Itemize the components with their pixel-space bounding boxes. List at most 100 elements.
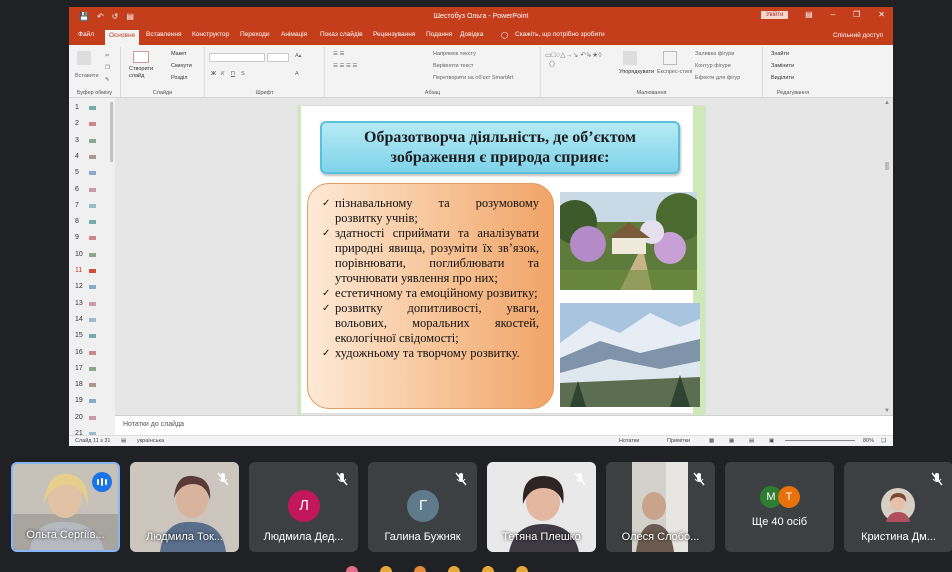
slide-thumbnail-number[interactable]: 12 bbox=[75, 283, 83, 290]
tell-me-box[interactable]: Скажіть, що потрібно зробити bbox=[515, 31, 605, 45]
close-icon[interactable]: ✕ bbox=[878, 10, 885, 19]
laugh-reaction-icon[interactable] bbox=[482, 566, 494, 572]
shape-outline-button[interactable]: Контур фігури bbox=[695, 63, 731, 69]
slide-thumbnail-number[interactable]: 14 bbox=[75, 316, 83, 323]
slide-thumbnail-number[interactable]: 19 bbox=[75, 397, 83, 404]
slide-thumbnail[interactable] bbox=[89, 350, 96, 355]
bullets-icon[interactable]: ☰ ☰ bbox=[333, 51, 344, 57]
section-button[interactable]: Розділ bbox=[171, 75, 187, 81]
tab-file[interactable]: Файл bbox=[78, 31, 94, 45]
smartart-button[interactable]: Перетворити на об'єкт SmartArt bbox=[433, 75, 514, 81]
slide-thumbnail-number[interactable]: 9 bbox=[75, 234, 79, 241]
bold-button[interactable]: Ж bbox=[211, 71, 216, 77]
fit-slide-icon[interactable]: ❏ bbox=[881, 438, 886, 444]
tab-help[interactable]: Довідка bbox=[460, 31, 483, 45]
heart-reaction-icon[interactable] bbox=[346, 566, 358, 572]
slide-thumbnail-number[interactable]: 4 bbox=[75, 153, 79, 160]
slide-thumbnail[interactable] bbox=[89, 122, 96, 127]
comments-button[interactable]: Примітки bbox=[667, 438, 690, 444]
slide-thumbnail-number[interactable]: 8 bbox=[75, 218, 79, 225]
slide-thumbnail[interactable] bbox=[89, 187, 96, 192]
normal-view-icon[interactable]: ▩ bbox=[709, 438, 714, 444]
participant-tile[interactable]: Олеся Слобо... bbox=[606, 462, 715, 552]
participant-tile[interactable]: Л Людмила Дед... bbox=[249, 462, 358, 552]
tab-design[interactable]: Конструктор bbox=[192, 31, 229, 45]
zoom-level[interactable]: 80% bbox=[863, 438, 874, 444]
share-button[interactable]: Спільний доступ bbox=[833, 32, 883, 39]
clap-reaction-icon[interactable] bbox=[448, 566, 460, 572]
signin-button[interactable]: Увійти bbox=[761, 11, 789, 19]
slide-thumbnail[interactable] bbox=[89, 383, 96, 388]
slide-thumbnail-number[interactable]: 15 bbox=[75, 332, 83, 339]
tab-view[interactable]: Подання bbox=[426, 31, 452, 45]
reset-button[interactable]: Скинути bbox=[171, 63, 192, 69]
slide-thumbnail-number[interactable]: 5 bbox=[75, 169, 79, 176]
slide-thumbnail-number[interactable]: 1 bbox=[75, 104, 79, 111]
shape-fill-button[interactable]: Заливка фігури bbox=[695, 51, 734, 57]
font-grow-icon[interactable]: A▴ bbox=[295, 53, 301, 59]
format-painter-icon[interactable]: ✎ bbox=[105, 77, 110, 83]
tab-animation[interactable]: Анімація bbox=[281, 31, 307, 45]
slide-thumbnail[interactable] bbox=[89, 317, 96, 322]
participant-tile[interactable]: Кристина Дм... bbox=[844, 462, 952, 552]
align-icons[interactable]: ☰ ☰ ☰ ☰ bbox=[333, 63, 357, 69]
italic-button[interactable]: К bbox=[221, 71, 224, 77]
celebrate-reaction-icon[interactable] bbox=[414, 566, 426, 572]
more-participants-tile[interactable]: М Т Ще 40 осіб bbox=[725, 462, 834, 552]
arrange-button[interactable]: Упорядкувати bbox=[619, 69, 654, 75]
slide-thumbnail-number[interactable]: 2 bbox=[75, 120, 79, 127]
participant-tile[interactable]: Ольга Сергіїв... bbox=[11, 462, 120, 552]
slideshow-view-icon[interactable]: ▣ bbox=[769, 438, 774, 444]
find-button[interactable]: Знайти bbox=[771, 51, 789, 57]
scroll-up-icon[interactable]: ▲ bbox=[884, 100, 890, 106]
new-slide-button[interactable]: Створити слайд bbox=[129, 66, 159, 80]
slide-thumbnail-number[interactable]: 3 bbox=[75, 137, 79, 144]
slide-thumbnail[interactable] bbox=[89, 220, 96, 225]
replace-button[interactable]: Замінити bbox=[771, 63, 794, 69]
slide-thumbnail-number[interactable]: 7 bbox=[75, 202, 79, 209]
align-text-button[interactable]: Вирівняти текст bbox=[433, 63, 473, 69]
select-button[interactable]: Виділити bbox=[771, 75, 794, 81]
thumbnails-scroll-thumb[interactable] bbox=[110, 102, 113, 162]
tab-insert[interactable]: Вставлення bbox=[146, 31, 182, 45]
strikethrough-button[interactable]: S bbox=[241, 71, 245, 77]
layout-button[interactable]: Макет bbox=[171, 51, 187, 57]
slide-thumbnail[interactable] bbox=[89, 399, 96, 404]
slide-bullet-list[interactable]: пізнавальному та розумовому розвитку учн… bbox=[307, 183, 554, 409]
tab-transitions[interactable]: Переходи bbox=[240, 31, 269, 45]
slide-thumbnail[interactable] bbox=[89, 203, 96, 208]
slide-thumbnail[interactable] bbox=[89, 269, 96, 273]
spring-cottage-painting[interactable] bbox=[560, 192, 697, 290]
font-color-icon[interactable]: A bbox=[295, 71, 299, 77]
slide-thumbnail[interactable] bbox=[89, 366, 96, 371]
slide-thumbnail[interactable] bbox=[89, 138, 96, 143]
surprised-reaction-icon[interactable] bbox=[516, 566, 528, 572]
notes-button[interactable]: Нотатки bbox=[619, 438, 639, 444]
maximize-icon[interactable]: ❐ bbox=[853, 10, 860, 19]
text-direction-button[interactable]: Напрямок тексту bbox=[433, 51, 476, 57]
tab-review[interactable]: Рецензування bbox=[373, 31, 415, 45]
slide-scrollbar[interactable]: ▲ ▼ bbox=[882, 98, 892, 415]
quick-styles-button[interactable]: Експрес-стилі bbox=[657, 69, 692, 75]
sorter-view-icon[interactable]: ▦ bbox=[729, 438, 734, 444]
slide-thumbnail-number[interactable]: 17 bbox=[75, 365, 83, 372]
slide-thumbnail-number[interactable]: 10 bbox=[75, 251, 83, 258]
current-slide[interactable]: Образотворча діяльність, де об’єктом зоб… bbox=[297, 105, 706, 415]
copy-icon[interactable]: ❐ bbox=[105, 65, 110, 71]
participant-tile[interactable]: Тетяна Плешко bbox=[487, 462, 596, 552]
slide-thumbnail-number[interactable]: 13 bbox=[75, 300, 83, 307]
slide-thumbnail[interactable] bbox=[89, 171, 96, 176]
thumbnails-scrollbar[interactable] bbox=[109, 98, 114, 428]
slide-scroll-thumb[interactable] bbox=[885, 162, 889, 170]
slide-thumbnail-number[interactable]: 6 bbox=[75, 186, 79, 193]
underline-button[interactable]: П bbox=[231, 71, 235, 77]
slide-thumbnail[interactable] bbox=[89, 334, 96, 339]
slide-title[interactable]: Образотворча діяльність, де об’єктом зоб… bbox=[320, 121, 680, 174]
paste-button[interactable]: Вставити bbox=[75, 73, 99, 79]
slide-thumbnail[interactable] bbox=[89, 106, 96, 110]
slide-thumbnail-number[interactable]: 16 bbox=[75, 349, 83, 356]
ribbon-display-icon[interactable]: ▤ bbox=[805, 10, 813, 19]
notes-pane[interactable]: Нотатки до слайда bbox=[115, 415, 893, 435]
winter-mountains-photo[interactable] bbox=[560, 303, 700, 407]
font-name-field[interactable] bbox=[209, 53, 265, 62]
